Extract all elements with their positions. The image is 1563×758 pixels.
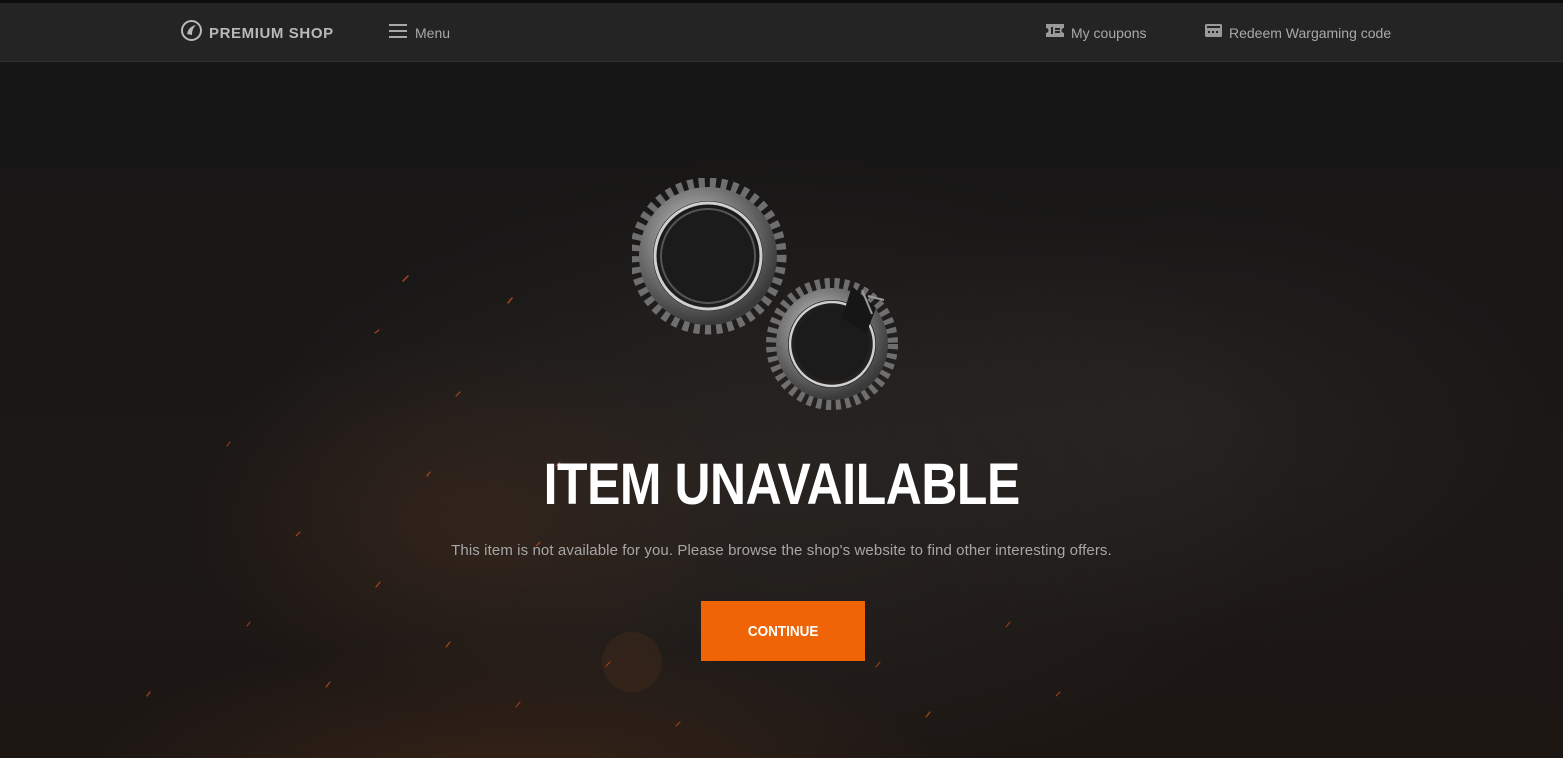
broken-gears-icon xyxy=(632,178,898,410)
hamburger-menu-icon xyxy=(389,23,407,43)
wargaming-logo-icon xyxy=(181,20,202,46)
header-bar: PREMIUM SHOP Menu My coupons Redeem Warg… xyxy=(0,3,1563,62)
unavailable-message: This item is not available for you. Plea… xyxy=(451,542,1112,559)
menu-button[interactable]: Menu xyxy=(389,23,450,43)
coupon-ticket-icon xyxy=(1046,24,1064,42)
continue-button[interactable]: CONTINUE xyxy=(701,601,865,661)
redeem-code-label: Redeem Wargaming code xyxy=(1229,25,1392,41)
premium-shop-logo[interactable]: PREMIUM SHOP xyxy=(181,20,334,46)
my-coupons-label: My coupons xyxy=(1071,25,1147,41)
code-card-icon xyxy=(1205,24,1222,42)
my-coupons-link[interactable]: My coupons xyxy=(1046,23,1146,43)
continue-label: CONTINUE xyxy=(747,622,819,640)
menu-label: Menu xyxy=(415,25,451,41)
redeem-code-link[interactable]: Redeem Wargaming code xyxy=(1205,23,1391,43)
page-title: ITEM UNAVAILABLE xyxy=(543,452,1021,517)
page: PREMIUM SHOP Menu My coupons Redeem Warg… xyxy=(0,0,1563,758)
logo-label: PREMIUM SHOP xyxy=(209,24,334,42)
